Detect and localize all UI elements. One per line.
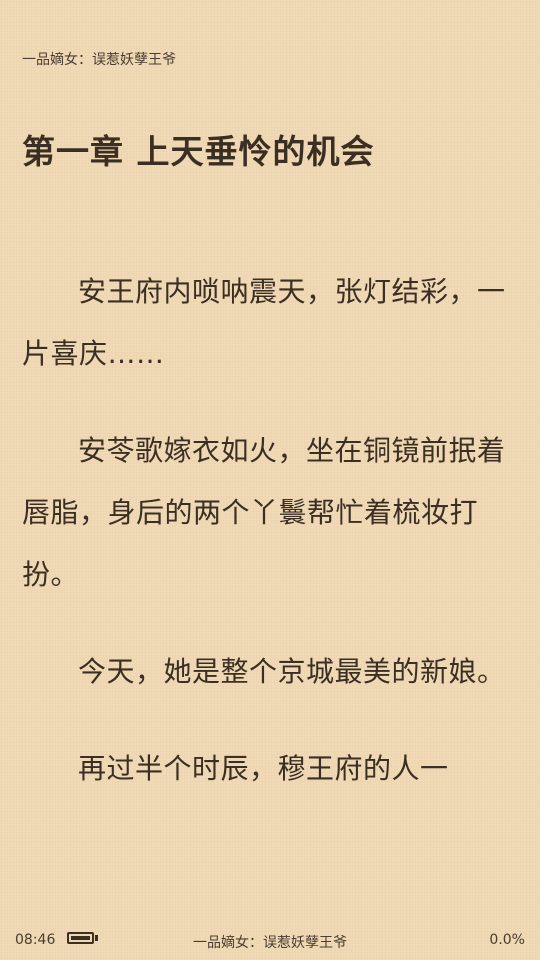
reading-content[interactable]: 安王府内唢呐震天，张灯结彩，一片喜庆…… 安苓歌嫁衣如火，坐在铜镜前抿着唇脂，身… (22, 261, 512, 835)
chapter-title: 第一章 上天垂怜的机会 (22, 132, 375, 171)
paragraph: 安苓歌嫁衣如火，坐在铜镜前抿着唇脂，身后的两个丫鬟帮忙着梳妆打扮。 (22, 434, 506, 591)
paragraph: 今天，她是整个京城最美的新娘。 (78, 655, 506, 688)
reader-status-bar: 08:46 一品嫡女：误惹妖孽王爷 0.0% (0, 924, 540, 956)
status-book-title: 一品嫡女：误惹妖孽王爷 (193, 935, 347, 951)
paragraph: 安王府内唢呐震天，张灯结彩，一片喜庆…… (22, 275, 506, 370)
paragraph: 再过半个时辰，穆王府的人一 (78, 752, 449, 785)
header-book-title: 一品嫡女：误惹妖孽王爷 (22, 52, 176, 68)
reading-progress: 0.0% (489, 932, 525, 948)
